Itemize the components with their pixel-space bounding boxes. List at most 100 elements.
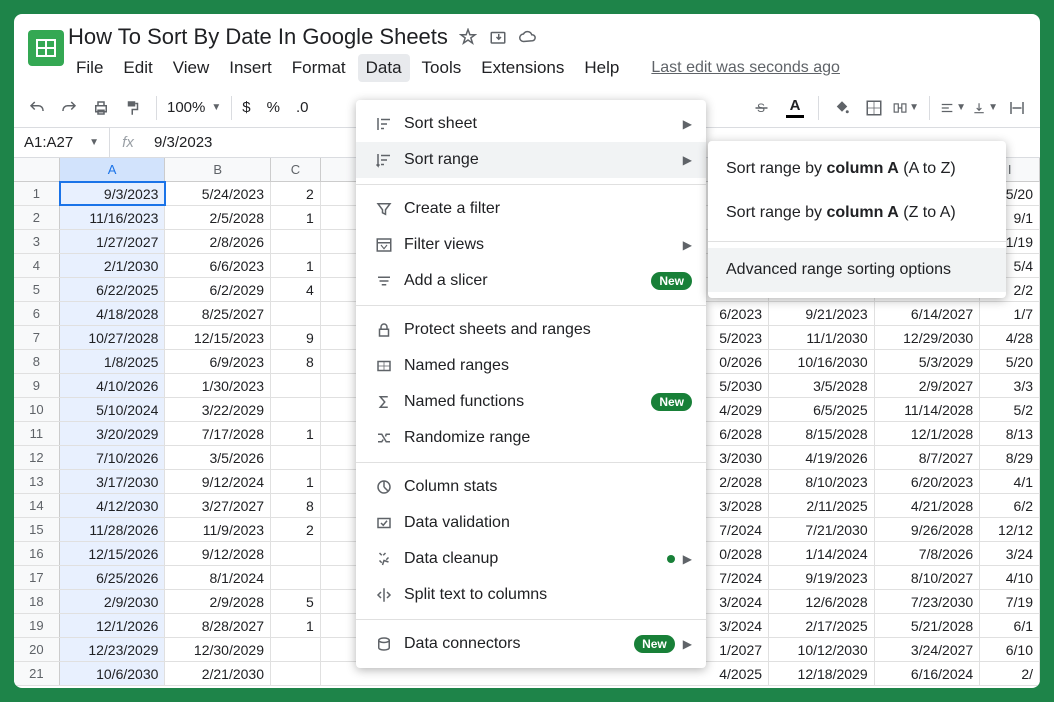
- cell[interactable]: 4/19/2026: [769, 446, 875, 469]
- cell[interactable]: 6/1: [980, 614, 1040, 637]
- cell[interactable]: 8/15/2028: [769, 422, 875, 445]
- cell[interactable]: 0/2028: [699, 542, 769, 565]
- sort-range-az[interactable]: Sort range by column A (A to Z): [708, 147, 1006, 191]
- row-header[interactable]: 9: [14, 374, 60, 397]
- menu-insert[interactable]: Insert: [221, 54, 280, 82]
- row-header[interactable]: 21: [14, 662, 60, 685]
- cell[interactable]: 10/12/2030: [769, 638, 875, 661]
- cell[interactable]: 3/24: [980, 542, 1040, 565]
- cell[interactable]: 10/6/2030: [60, 662, 166, 685]
- cell[interactable]: 2/9/2027: [875, 374, 981, 397]
- strikethrough-icon[interactable]: S: [750, 95, 776, 121]
- cell[interactable]: 6/14/2027: [875, 302, 981, 325]
- cell[interactable]: 5/20: [980, 350, 1040, 373]
- cell[interactable]: 8: [271, 350, 321, 373]
- cell[interactable]: 8/10/2027: [875, 566, 981, 589]
- cell[interactable]: 3/2024: [699, 614, 769, 637]
- row-header[interactable]: 11: [14, 422, 60, 445]
- cell[interactable]: 11/14/2028: [875, 398, 981, 421]
- sort-range-za[interactable]: Sort range by column A (Z to A): [708, 191, 1006, 235]
- cell[interactable]: 8/29: [980, 446, 1040, 469]
- cell[interactable]: 6/2: [980, 494, 1040, 517]
- cell[interactable]: 1/2027: [699, 638, 769, 661]
- menu-data[interactable]: Data: [358, 54, 410, 82]
- row-header[interactable]: 17: [14, 566, 60, 589]
- cell[interactable]: 0/2026: [699, 350, 769, 373]
- cell[interactable]: 5/2: [980, 398, 1040, 421]
- cell[interactable]: 12/1/2026: [60, 614, 166, 637]
- menu-edit[interactable]: Edit: [115, 54, 160, 82]
- sheets-logo-icon[interactable]: [24, 26, 68, 70]
- cell[interactable]: 9: [271, 326, 321, 349]
- cell[interactable]: 4/12/2030: [60, 494, 166, 517]
- text-wrap-icon[interactable]: [1004, 95, 1030, 121]
- cell[interactable]: [271, 446, 321, 469]
- row-header[interactable]: 15: [14, 518, 60, 541]
- cell[interactable]: 7/2024: [699, 518, 769, 541]
- cell[interactable]: 4/10: [980, 566, 1040, 589]
- cell[interactable]: 3/27/2027: [165, 494, 271, 517]
- cell[interactable]: 11/16/2023: [60, 206, 166, 229]
- row-header[interactable]: 2: [14, 206, 60, 229]
- cell[interactable]: 6/9/2023: [165, 350, 271, 373]
- menu-sort-range[interactable]: Sort range▶: [356, 142, 706, 178]
- cell[interactable]: 4/2025: [699, 662, 769, 685]
- cell[interactable]: 7/8/2026: [875, 542, 981, 565]
- menu-tools[interactable]: Tools: [414, 54, 470, 82]
- menu-file[interactable]: File: [68, 54, 111, 82]
- cell[interactable]: 2/8/2026: [165, 230, 271, 253]
- cloud-icon[interactable]: [518, 27, 538, 47]
- cell[interactable]: 1: [271, 470, 321, 493]
- cell[interactable]: [271, 638, 321, 661]
- formula-bar[interactable]: 9/3/2023: [146, 134, 212, 151]
- cell[interactable]: 2: [271, 518, 321, 541]
- cell[interactable]: 1/14/2024: [769, 542, 875, 565]
- cell[interactable]: 8/25/2027: [165, 302, 271, 325]
- cell[interactable]: 12/15/2026: [60, 542, 166, 565]
- cell[interactable]: 10/27/2028: [60, 326, 166, 349]
- decimal-button[interactable]: .0: [296, 99, 309, 116]
- menu-format[interactable]: Format: [284, 54, 354, 82]
- cell[interactable]: 4/28: [980, 326, 1040, 349]
- row-header[interactable]: 8: [14, 350, 60, 373]
- row-header[interactable]: 12: [14, 446, 60, 469]
- cell[interactable]: 7/23/2030: [875, 590, 981, 613]
- cell[interactable]: 1/8/2025: [60, 350, 166, 373]
- cell[interactable]: 8: [271, 494, 321, 517]
- menu-data-validation[interactable]: Data validation: [356, 505, 706, 541]
- cell[interactable]: 4/2029: [699, 398, 769, 421]
- row-header[interactable]: 5: [14, 278, 60, 301]
- cell[interactable]: 2/1/2030: [60, 254, 166, 277]
- cell[interactable]: 12/23/2029: [60, 638, 166, 661]
- cell[interactable]: 5/2030: [699, 374, 769, 397]
- menu-extensions[interactable]: Extensions: [473, 54, 572, 82]
- menu-column-stats[interactable]: Column stats: [356, 469, 706, 505]
- cell[interactable]: 5/10/2024: [60, 398, 166, 421]
- merge-cells-icon[interactable]: ▼: [893, 95, 919, 121]
- cell[interactable]: 8/7/2027: [875, 446, 981, 469]
- cell[interactable]: 1/27/2027: [60, 230, 166, 253]
- vertical-align-icon[interactable]: ▼: [972, 95, 998, 121]
- cell[interactable]: 1: [271, 614, 321, 637]
- cell[interactable]: 3/5/2028: [769, 374, 875, 397]
- cell[interactable]: 2: [271, 182, 321, 205]
- text-color-icon[interactable]: A: [782, 95, 808, 121]
- cell[interactable]: 5/2023: [699, 326, 769, 349]
- row-header[interactable]: 1: [14, 182, 60, 205]
- fill-color-icon[interactable]: [829, 95, 855, 121]
- cell[interactable]: 9/19/2023: [769, 566, 875, 589]
- cell[interactable]: 10/16/2030: [769, 350, 875, 373]
- row-header[interactable]: 10: [14, 398, 60, 421]
- cell[interactable]: 7/17/2028: [165, 422, 271, 445]
- row-header[interactable]: 18: [14, 590, 60, 613]
- cell[interactable]: 2/11/2025: [769, 494, 875, 517]
- cell[interactable]: 11/28/2026: [60, 518, 166, 541]
- last-edit-link[interactable]: Last edit was seconds ago: [651, 59, 840, 77]
- cell[interactable]: 5/24/2023: [165, 182, 271, 205]
- cell[interactable]: 4/10/2026: [60, 374, 166, 397]
- menu-randomize-range[interactable]: Randomize range: [356, 420, 706, 456]
- cell[interactable]: 6/25/2026: [60, 566, 166, 589]
- col-header-A[interactable]: A: [60, 158, 166, 181]
- borders-icon[interactable]: [861, 95, 887, 121]
- row-header[interactable]: 13: [14, 470, 60, 493]
